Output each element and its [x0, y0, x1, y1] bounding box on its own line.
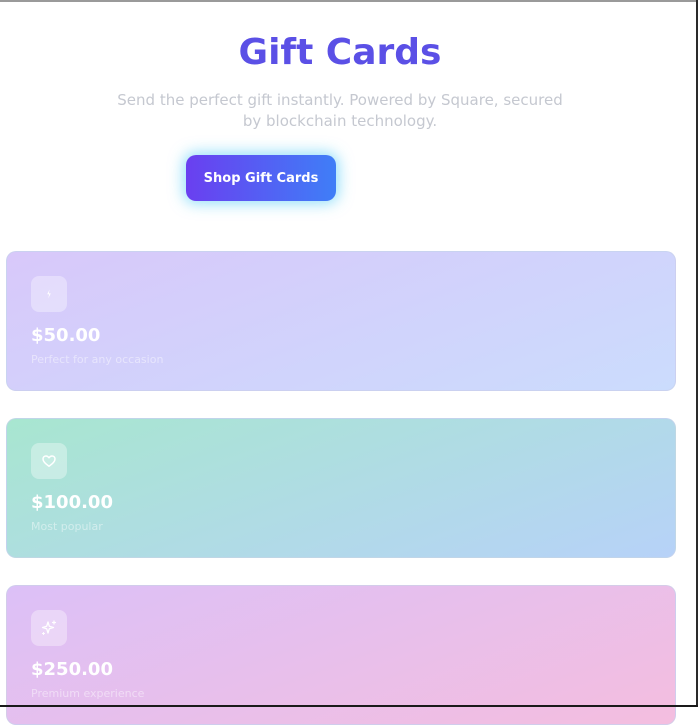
- gift-card-description: Premium experience: [31, 687, 145, 700]
- gift-card-description: Perfect for any occasion: [31, 353, 164, 366]
- gift-card-250[interactable]: $250.00 Premium experience: [6, 585, 676, 725]
- heart-icon: [31, 443, 67, 479]
- gift-card-100[interactable]: $100.00 Most popular: [6, 418, 676, 558]
- window-top-border: [0, 0, 698, 2]
- shop-gift-cards-button[interactable]: Shop Gift Cards: [186, 155, 336, 201]
- page-title: Gift Cards: [238, 32, 442, 73]
- lightning-icon: [31, 276, 67, 312]
- gift-card-amount: $250.00: [31, 659, 113, 680]
- gift-card-amount: $100.00: [31, 492, 113, 513]
- sparkles-icon: [31, 610, 67, 646]
- page-subtitle: Send the perfect gift instantly. Powered…: [117, 91, 563, 130]
- gift-card-50[interactable]: $50.00 Perfect for any occasion: [6, 251, 676, 391]
- gift-card-description: Most popular: [31, 520, 103, 533]
- gift-card-amount: $50.00: [31, 325, 101, 346]
